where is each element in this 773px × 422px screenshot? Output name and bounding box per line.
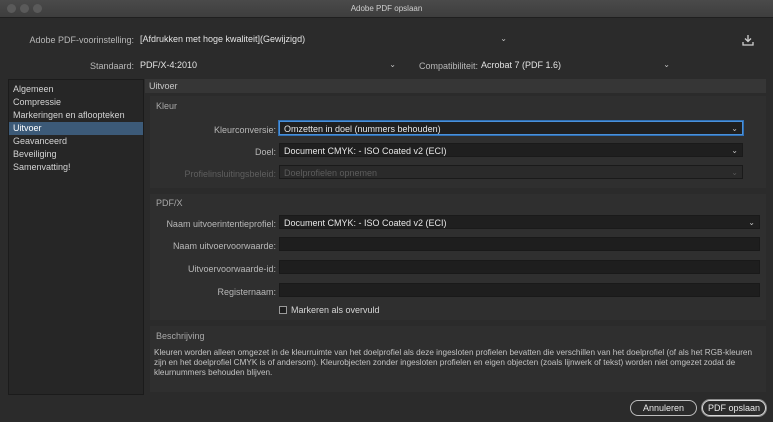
pdfx-section: PDF/X <box>150 194 766 320</box>
trapped-checkbox[interactable] <box>279 306 287 314</box>
preset-dropdown[interactable]: [Afdrukken met hoge kwaliteit](Gewijzigd… <box>137 32 511 46</box>
trapped-label: Markeren als overvuld <box>291 305 380 315</box>
description-title: Beschrijving <box>156 331 205 341</box>
sidebar-item-samenvatting[interactable]: Samenvatting! <box>9 161 143 174</box>
window-title: Adobe PDF opslaan <box>350 4 423 13</box>
condition-id-input[interactable] <box>279 260 760 274</box>
standard-label: Standaard: <box>89 61 134 71</box>
target-value: Document CMYK: - ISO Coated v2 (ECI) <box>284 146 447 156</box>
chevron-down-icon: ⌄ <box>663 60 670 69</box>
condition-name-label: Naam uitvoervoorwaarde: <box>172 241 276 251</box>
sidebar-item-uitvoer[interactable]: Uitvoer <box>9 122 143 135</box>
window-titlebar: Adobe PDF opslaan <box>0 0 773 18</box>
sidebar-item-algemeen[interactable]: Algemeen <box>9 83 143 96</box>
profile-policy-value: Doelprofielen opnemen <box>284 168 378 178</box>
chevron-down-icon: ⌄ <box>731 124 738 133</box>
zoom-window-button[interactable] <box>33 4 42 13</box>
compat-dropdown[interactable]: Acrobat 7 (PDF 1.6) ⌄ <box>478 58 674 72</box>
sidebar-item-geavanceerd[interactable]: Geavanceerd <box>9 135 143 148</box>
minimize-window-button[interactable] <box>20 4 29 13</box>
standard-value: PDF/X-4:2010 <box>140 60 198 70</box>
sidebar-item-compressie[interactable]: Compressie <box>9 96 143 109</box>
chevron-down-icon: ⌄ <box>500 34 507 43</box>
output-intent-label: Naam uitvoerintentieprofiel: <box>166 219 276 229</box>
description-text: Kleuren worden alleen omgezet in de kleu… <box>154 348 753 377</box>
sidebar-item-markeringen[interactable]: Markeringen en afloopteken <box>9 109 143 122</box>
target-select[interactable]: Document CMYK: - ISO Coated v2 (ECI) ⌄ <box>279 143 743 157</box>
color-conversion-label: Kleurconversie: <box>213 125 276 135</box>
kleur-section-title: Kleur <box>156 101 178 111</box>
compat-value: Acrobat 7 (PDF 1.6) <box>481 60 562 70</box>
preset-label: Adobe PDF-voorinstelling: <box>29 35 134 45</box>
chevron-down-icon: ⌄ <box>731 146 738 155</box>
sidebar: Algemeen Compressie Markeringen en afloo… <box>8 79 144 395</box>
profile-policy-label: Profielinsluitingsbeleid: <box>184 169 276 179</box>
sidebar-item-beveiliging[interactable]: Beveiliging <box>9 148 143 161</box>
compat-label: Compatibiliteit: <box>418 61 478 71</box>
cancel-button[interactable]: Annuleren <box>630 400 697 416</box>
registry-name-input[interactable] <box>279 283 760 297</box>
condition-name-input[interactable] <box>279 237 760 251</box>
standard-dropdown[interactable]: PDF/X-4:2010 ⌄ <box>137 58 400 72</box>
close-window-button[interactable] <box>7 4 16 13</box>
color-conversion-value: Omzetten in doel (nummers behouden) <box>284 124 441 134</box>
chevron-down-icon: ⌄ <box>389 60 396 69</box>
save-preset-icon[interactable] <box>741 33 755 47</box>
output-intent-value: Document CMYK: - ISO Coated v2 (ECI) <box>284 218 447 228</box>
color-conversion-select[interactable]: Omzetten in doel (nummers behouden) ⌄ <box>279 121 743 135</box>
condition-id-label: Uitvoervoorwaarde-id: <box>187 264 276 274</box>
preset-value: [Afdrukken met hoge kwaliteit](Gewijzigd… <box>140 34 306 44</box>
save-pdf-button[interactable]: PDF opslaan <box>702 400 766 416</box>
output-intent-select[interactable]: Document CMYK: - ISO Coated v2 (ECI) ⌄ <box>279 215 760 229</box>
registry-name-label: Registernaam: <box>217 287 276 297</box>
profile-policy-select[interactable]: Doelprofielen opnemen ⌄ <box>279 165 743 179</box>
panel-title: Uitvoer <box>145 79 766 93</box>
target-label: Doel: <box>254 147 276 157</box>
chevron-down-icon: ⌄ <box>731 168 738 177</box>
chevron-down-icon: ⌄ <box>748 218 755 227</box>
pdfx-section-title: PDF/X <box>156 198 183 208</box>
